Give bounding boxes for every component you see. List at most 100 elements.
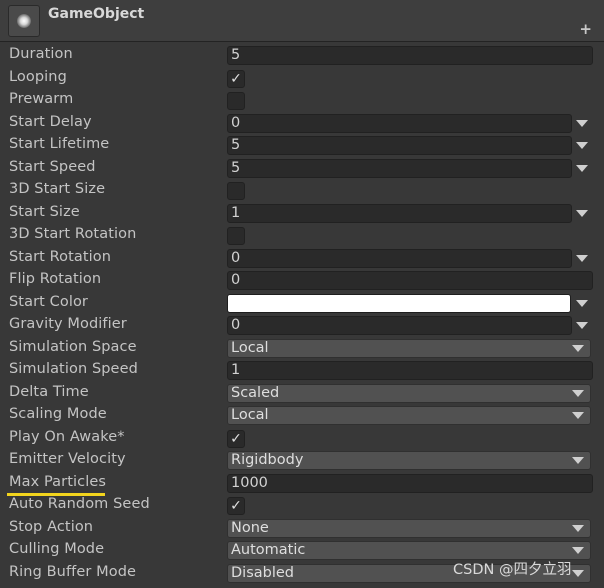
property-row-3d-start-size: 3D Start Size: [0, 180, 604, 203]
checkmark-icon: ✓: [230, 70, 242, 87]
auto-random-seed-checkbox[interactable]: ✓: [227, 497, 245, 515]
chevron-down-icon: [572, 547, 584, 554]
start-rotation-field[interactable]: 0: [227, 248, 572, 268]
mode-dropdown-icon[interactable]: [576, 299, 588, 307]
3d-start-size-checkbox[interactable]: [227, 182, 245, 200]
start-delay-field[interactable]: 0: [227, 113, 572, 133]
property-label: Start Size: [9, 203, 80, 220]
property-label: Duration: [9, 46, 73, 62]
property-row-simulation-speed: Simulation Speed 1: [0, 360, 604, 383]
chevron-down-icon: [572, 412, 584, 419]
prewarm-checkbox[interactable]: [227, 92, 245, 110]
particle-system-icon: [8, 5, 40, 37]
property-row-prewarm: Prewarm: [0, 90, 604, 113]
field-value: 0: [231, 272, 241, 288]
stop-action-dropdown[interactable]: None: [227, 518, 591, 538]
field-value: 0: [231, 317, 241, 333]
property-label: 3D Start Rotation: [9, 226, 137, 242]
field-value: 0: [231, 249, 241, 266]
start-speed-field[interactable]: 5: [227, 158, 572, 178]
property-label: Play On Awake*: [9, 428, 125, 445]
property-row-start-delay: Start Delay 0: [0, 113, 604, 136]
duration-field[interactable]: 5: [227, 46, 593, 65]
chevron-down-icon: [572, 457, 584, 464]
3d-start-rotation-checkbox[interactable]: [227, 227, 245, 245]
max-particles-field[interactable]: 1000: [227, 473, 593, 493]
mode-dropdown-icon[interactable]: [576, 164, 588, 172]
property-row-3d-start-rotation: 3D Start Rotation: [0, 225, 604, 248]
field-value: 1: [231, 362, 241, 378]
chevron-down-icon: [572, 344, 584, 352]
property-label: Scaling Mode: [9, 406, 107, 422]
property-row-start-color: Start Color: [0, 293, 604, 316]
property-label: Stop Action: [9, 518, 94, 535]
field-value: 1000: [231, 474, 268, 491]
component-title: GameObject: [48, 6, 145, 22]
field-value: 1: [231, 204, 241, 221]
looping-checkbox[interactable]: ✓: [227, 69, 245, 88]
mode-dropdown-icon[interactable]: [576, 209, 588, 217]
property-label: 3D Start Size: [9, 181, 106, 197]
property-row-play-on-awake: Play On Awake* ✓: [0, 428, 604, 451]
field-value: 0: [231, 114, 241, 131]
checkmark-icon: ✓: [230, 430, 242, 447]
property-row-delta-time: Delta Time Scaled: [0, 383, 604, 406]
dropdown-value: Local: [231, 339, 269, 356]
property-row-gravity-modifier: Gravity Modifier 0: [0, 315, 604, 338]
property-row-start-speed: Start Speed 5: [0, 158, 604, 181]
scaling-mode-dropdown[interactable]: Local: [227, 406, 591, 425]
mode-dropdown-icon[interactable]: [576, 254, 588, 262]
mode-dropdown-icon[interactable]: [576, 322, 588, 329]
start-size-field[interactable]: 1: [227, 203, 572, 223]
chevron-down-icon: [572, 569, 584, 577]
chevron-down-icon: [572, 524, 584, 532]
property-label: Emitter Velocity: [9, 451, 126, 467]
dropdown-value: Automatic: [231, 542, 306, 558]
property-label: Gravity Modifier: [9, 316, 127, 332]
checkmark-icon: ✓: [230, 498, 242, 514]
property-label: Start Delay: [9, 113, 92, 130]
property-row-looping: Looping ✓: [0, 68, 604, 91]
property-label: Start Rotation: [9, 248, 112, 265]
delta-time-dropdown[interactable]: Scaled: [227, 383, 591, 403]
property-label: Culling Mode: [9, 541, 105, 557]
property-row-start-rotation: Start Rotation 0: [0, 248, 604, 271]
mode-dropdown-icon[interactable]: [576, 119, 588, 127]
property-label: Prewarm: [9, 91, 74, 107]
property-row-start-lifetime: Start Lifetime 5: [0, 135, 604, 158]
property-row-max-particles: Max Particles 1000: [0, 473, 604, 496]
field-value: 5: [231, 159, 241, 176]
property-label: Simulation Speed: [9, 361, 138, 377]
property-label: Start Lifetime: [9, 136, 110, 152]
property-label: Auto Random Seed: [9, 496, 150, 512]
chevron-down-icon: [572, 389, 584, 397]
dropdown-value: Rigidbody: [231, 452, 304, 468]
play-on-awake-checkbox[interactable]: ✓: [227, 429, 245, 448]
dropdown-value: None: [231, 519, 269, 536]
property-row-stop-action: Stop Action None: [0, 518, 604, 541]
simulation-speed-field[interactable]: 1: [227, 361, 593, 380]
property-label: Flip Rotation: [9, 271, 102, 287]
property-label: Looping: [9, 68, 67, 85]
start-color-swatch[interactable]: [227, 293, 571, 313]
add-icon[interactable]: +: [579, 22, 592, 37]
property-row-emitter-velocity: Emitter Velocity Rigidbody: [0, 450, 604, 473]
property-label: Ring Buffer Mode: [9, 563, 137, 580]
property-row-simulation-space: Simulation Space Local: [0, 338, 604, 361]
start-lifetime-field[interactable]: 5: [227, 136, 572, 155]
dropdown-value: Local: [231, 407, 269, 423]
watermark: CSDN @四夕立羽: [453, 562, 572, 578]
dropdown-value: Disabled: [231, 564, 294, 581]
emitter-velocity-dropdown[interactable]: Rigidbody: [227, 451, 591, 470]
property-row-flip-rotation: Flip Rotation 0: [0, 270, 604, 293]
property-label: Max Particles: [9, 473, 107, 490]
inspector-header: GameObject +: [0, 0, 604, 42]
mode-dropdown-icon[interactable]: [576, 142, 588, 149]
property-label: Simulation Space: [9, 338, 137, 355]
field-value: 5: [231, 137, 241, 153]
gravity-modifier-field[interactable]: 0: [227, 316, 572, 335]
flip-rotation-field[interactable]: 0: [227, 271, 593, 290]
field-value: 5: [231, 47, 241, 63]
simulation-space-dropdown[interactable]: Local: [227, 338, 591, 358]
property-row-auto-random-seed: Auto Random Seed ✓: [0, 495, 604, 518]
